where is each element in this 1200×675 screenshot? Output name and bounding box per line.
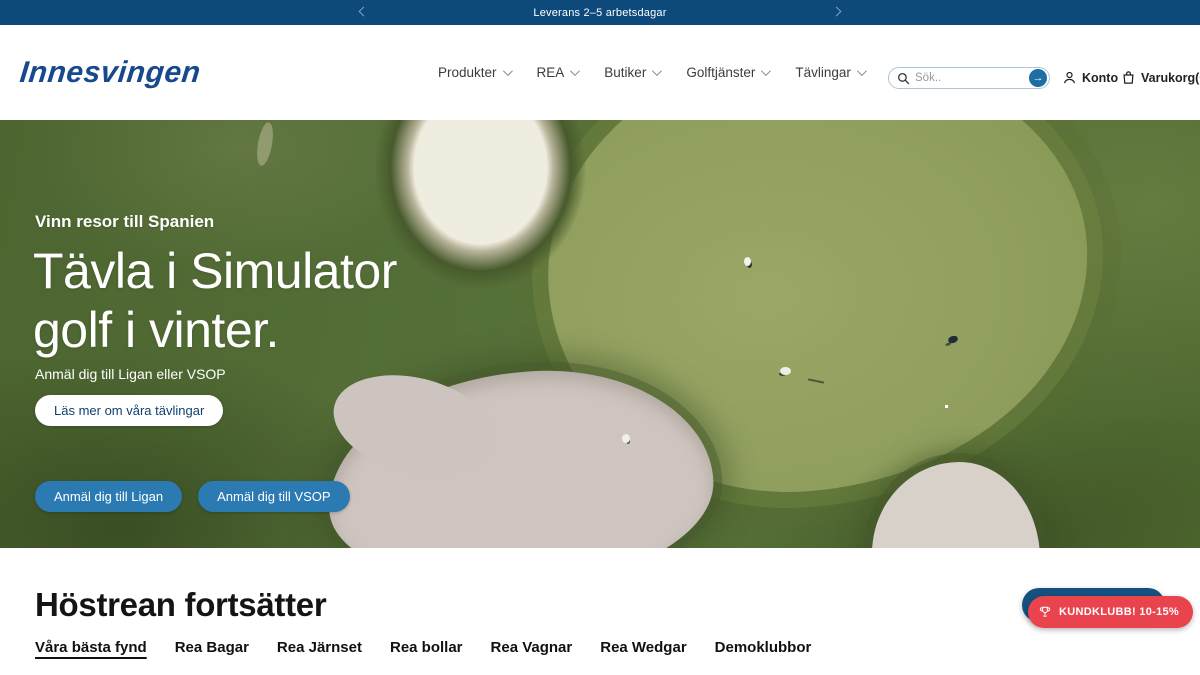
chevron-down-icon xyxy=(502,66,512,76)
banner-next-icon[interactable] xyxy=(830,6,842,18)
nav-item-butiker[interactable]: Butiker xyxy=(604,65,659,80)
banner-prev-icon[interactable] xyxy=(357,6,369,18)
user-icon xyxy=(1062,70,1077,85)
chevron-down-icon xyxy=(857,66,867,76)
sale-section: Höstrean fortsätter Våra bästa fynd Rea … xyxy=(0,548,1200,675)
hero-title: Tävla i Simulator golf i vinter. xyxy=(33,242,397,360)
hero-title-line1: Tävla i Simulator xyxy=(33,243,397,299)
chevron-down-icon xyxy=(570,66,580,76)
trophy-icon xyxy=(1038,605,1052,619)
nav-item-rea[interactable]: REA xyxy=(537,65,578,80)
tab-rea-bollar[interactable]: Rea bollar xyxy=(390,639,463,660)
hero-subtitle: Anmäl dig till Ligan eller VSOP xyxy=(35,366,226,382)
tab-vara-basta-fynd[interactable]: Våra bästa fynd xyxy=(35,639,147,660)
tab-rea-vagnar[interactable]: Rea Vagnar xyxy=(491,639,573,660)
shopping-bag-icon xyxy=(1121,70,1136,85)
account-label: Konto xyxy=(1082,71,1118,85)
nav-item-tavlingar[interactable]: Tävlingar xyxy=(795,65,864,80)
site-header: Innesvingen Produkter REA Butiker Golftj… xyxy=(0,25,1200,120)
hero-cta-row: Anmäl dig till Ligan Anmäl dig till VSOP xyxy=(35,481,350,512)
hero-eyebrow: Vinn resor till Spanien xyxy=(35,212,214,232)
nav-label: REA xyxy=(537,65,565,80)
search-icon xyxy=(897,72,910,85)
shipping-banner: Leverans 2–5 arbetsdagar xyxy=(0,0,1200,25)
golf-ball xyxy=(945,405,948,408)
nav-label: Butiker xyxy=(604,65,646,80)
nav-label: Produkter xyxy=(438,65,497,80)
hero-banner: Vinn resor till Spanien Tävla i Simulato… xyxy=(0,120,1200,548)
golfer xyxy=(744,257,751,266)
nav-label: Tävlingar xyxy=(795,65,851,80)
tab-rea-bagar[interactable]: Rea Bagar xyxy=(175,639,249,660)
read-more-button[interactable]: Läs mer om våra tävlingar xyxy=(35,395,223,426)
kundklubb-label: KUNDKLUBB! 10-15% xyxy=(1059,606,1179,618)
tab-rea-wedgar[interactable]: Rea Wedgar xyxy=(600,639,686,660)
tab-rea-jarnset[interactable]: Rea Järnset xyxy=(277,639,362,660)
main-nav: Produkter REA Butiker Golftjänster Tävli… xyxy=(438,45,864,100)
signup-vsop-button[interactable]: Anmäl dig till VSOP xyxy=(198,481,349,512)
account-link[interactable]: Konto xyxy=(1062,70,1118,85)
chevron-down-icon xyxy=(652,66,662,76)
search-bar: → xyxy=(888,67,1050,89)
cart-label: Varukorg(0) xyxy=(1141,71,1200,85)
nav-item-golftjanster[interactable]: Golftjänster xyxy=(686,65,768,80)
golfer xyxy=(622,434,630,443)
sale-section-title: Höstrean fortsätter xyxy=(35,586,326,624)
golfer xyxy=(780,367,791,375)
nav-label: Golftjänster xyxy=(686,65,755,80)
page: Leverans 2–5 arbetsdagar Innesvingen Pro… xyxy=(0,0,1200,675)
nav-item-produkter[interactable]: Produkter xyxy=(438,65,510,80)
logo[interactable]: Innesvingen xyxy=(18,56,202,90)
search-input[interactable] xyxy=(915,72,1029,84)
hero-title-line2: golf i vinter. xyxy=(33,302,279,358)
signup-ligan-button[interactable]: Anmäl dig till Ligan xyxy=(35,481,182,512)
cart-link[interactable]: Varukorg(0) xyxy=(1121,70,1200,85)
grass-streak xyxy=(254,121,275,167)
kundklubb-badge[interactable]: KUNDKLUBB! 10-15% xyxy=(1028,596,1193,628)
search-submit-button[interactable]: → xyxy=(1029,69,1047,87)
sale-tabs: Våra bästa fynd Rea Bagar Rea Järnset Re… xyxy=(35,639,811,660)
shipping-banner-text: Leverans 2–5 arbetsdagar xyxy=(533,7,666,19)
chevron-down-icon xyxy=(761,66,771,76)
tab-demoklubbor[interactable]: Demoklubbor xyxy=(715,639,812,660)
